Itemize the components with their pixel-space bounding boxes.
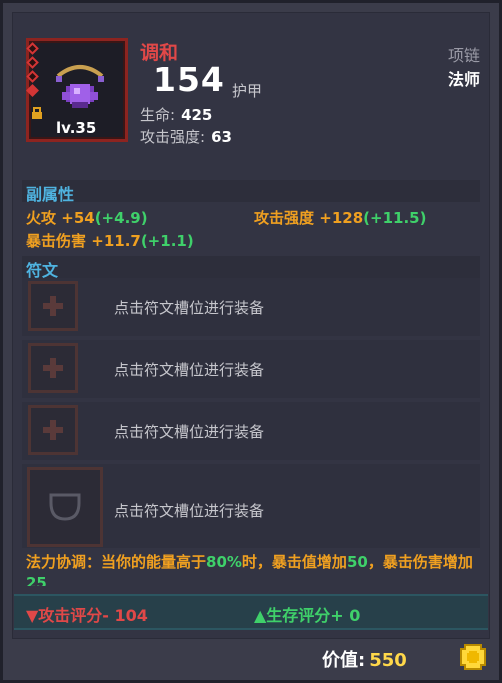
set-bonus-text: 时，暴击值增加 [241, 553, 347, 571]
stat-label: 攻击强度: [140, 128, 206, 146]
attack-score: ▼攻击评分- 104 [26, 606, 148, 625]
armor-value: 154 [153, 60, 225, 99]
set-bonus-text: 法力协调：当你的能量高于 [26, 553, 207, 571]
armor-label: 护甲 [232, 82, 263, 100]
section-header-bar [22, 180, 480, 202]
section-header-bar [22, 256, 480, 278]
sub-stat-bonus: (+1.1) [140, 232, 194, 250]
set-bonus-value: 80% [206, 553, 242, 571]
equipment-slot-type: 项链 [447, 46, 480, 65]
rune-slot-3[interactable] [28, 405, 78, 455]
sub-stat-base: +54 [61, 209, 95, 227]
sub-stat-bonus: (+11.5) [363, 209, 427, 227]
stat-label: 生命: [140, 106, 176, 124]
rune-slot-4[interactable] [27, 467, 103, 547]
gem-icon [26, 42, 39, 55]
plus-icon [43, 296, 63, 316]
rune-slot-hint: 点击符文槽位进行装备 [114, 502, 265, 520]
sub-stat-name: 暴击伤害 [26, 232, 87, 250]
score-comparison-bar: ▼攻击评分- 104 ▲生存评分+ 0 [14, 594, 488, 630]
lock-icon [32, 107, 42, 119]
necklace-icon [56, 65, 104, 108]
sub-stat-bonus: (+4.9) [94, 209, 148, 227]
set-bonus-value: 50 [346, 553, 368, 571]
survival-score: ▲生存评分+ 0 [254, 606, 361, 625]
rune-slot-hint: 点击符文槽位进行装备 [114, 299, 265, 317]
set-bonus-value: 25 [26, 574, 47, 586]
rune-slot-2[interactable] [28, 343, 78, 393]
class-requirement: 法师 [447, 70, 480, 89]
price: 价值: 550 [322, 646, 407, 672]
stat-value: 425 [181, 106, 213, 124]
sub-stat-crit-damage: 暴击伤害 +11.7(+1.1) [26, 230, 194, 251]
sub-stat-base: +128 [319, 209, 364, 227]
stat-attack-power: 攻击强度: 63 [140, 126, 232, 147]
set-bonus-description: 法力协调：当你的能量高于80%时，暴击值增加50，暴击伤害增加 25 [26, 552, 476, 586]
socket-gems [26, 42, 42, 100]
plus-icon [43, 420, 63, 440]
sub-stat-name: 火攻 [26, 209, 57, 227]
price-value: 550 [369, 650, 407, 671]
gem-icon [26, 70, 39, 83]
plus-icon [43, 358, 63, 378]
price-label: 价值: [322, 650, 366, 671]
sub-stat-attack-power: 攻击强度 +128(+11.5) [254, 207, 426, 228]
sub-stat-fire-attack: 火攻 +54(+4.9) [26, 207, 148, 228]
stat-value: 63 [211, 128, 232, 146]
gem-icon [26, 84, 39, 97]
rune-slot-1[interactable] [28, 281, 78, 331]
sub-attributes-title: 副属性 [26, 185, 75, 204]
necklace-outline-icon [49, 493, 81, 521]
rune-slot-hint: 点击符文槽位进行装备 [114, 423, 265, 441]
item-level: lv.35 [56, 119, 97, 137]
sub-stat-base: +11.7 [91, 232, 141, 250]
set-bonus-text: ，暴击伤害增加 [367, 553, 473, 571]
stat-health: 生命: 425 [140, 104, 212, 125]
sub-stat-name: 攻击强度 [254, 209, 315, 227]
gem-icon [26, 56, 39, 69]
rune-slot-hint: 点击符文槽位进行装备 [114, 361, 265, 379]
gold-coin-icon [460, 644, 486, 670]
